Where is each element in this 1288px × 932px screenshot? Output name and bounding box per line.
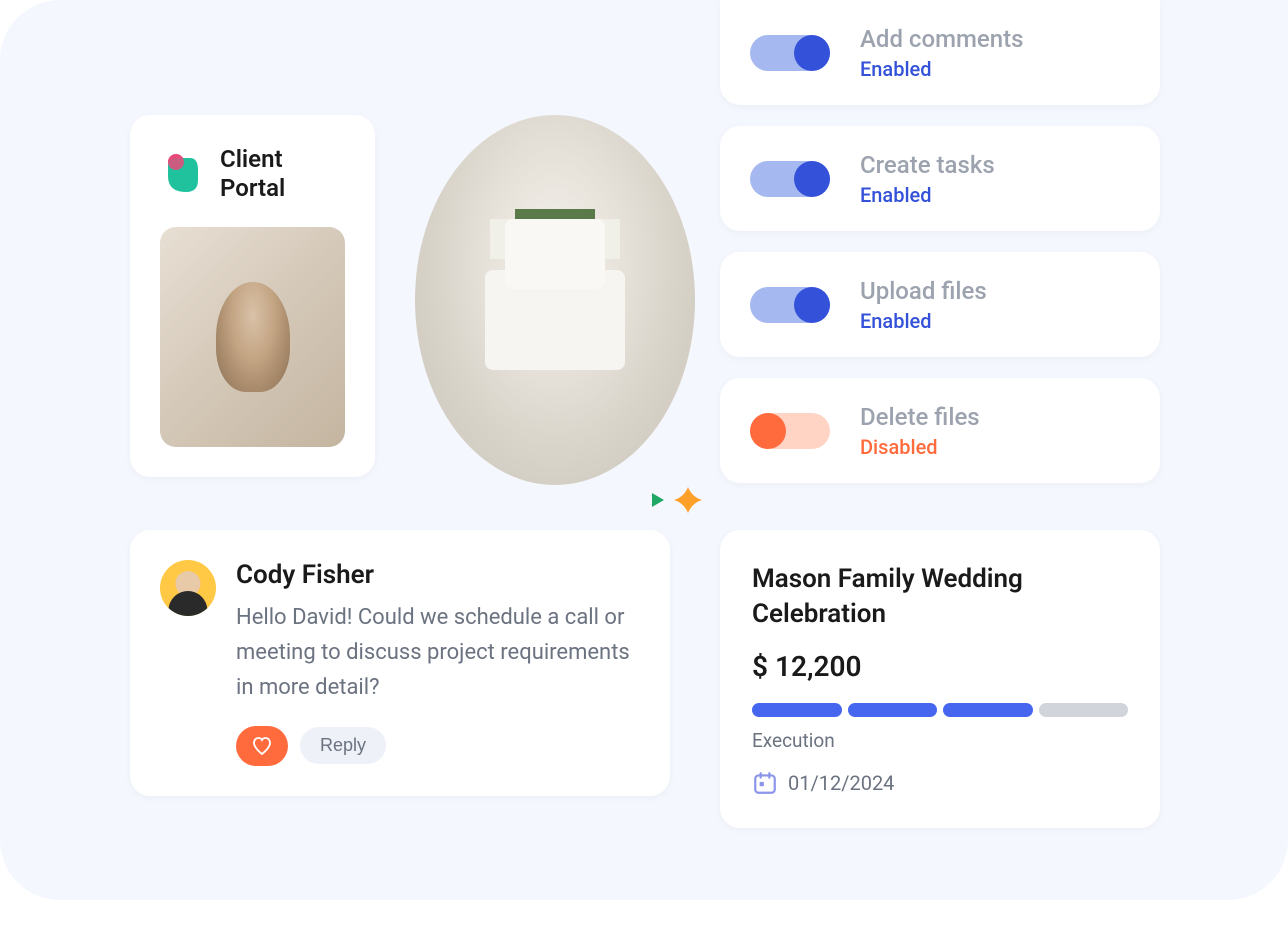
permission-label: Delete files <box>860 402 1130 433</box>
toggle-switch[interactable] <box>750 161 830 197</box>
permission-add-comments: Add comments Enabled <box>720 0 1160 105</box>
app-canvas: Client Portal Add comments Enabled Creat… <box>0 0 1288 900</box>
project-title: Mason Family Wedding Celebration <box>752 562 1128 632</box>
portal-logo-icon <box>160 152 204 196</box>
reply-button[interactable]: Reply <box>300 727 386 764</box>
progress-segment <box>943 703 1033 717</box>
project-amount: $ 12,200 <box>752 650 1128 683</box>
portal-header: Client Portal <box>160 145 345 203</box>
toggle-switch[interactable] <box>750 35 830 71</box>
permission-status: Enabled <box>860 183 1130 207</box>
progress-segment <box>752 703 842 717</box>
comment-text: Hello David! Could we schedule a call or… <box>236 600 640 706</box>
progress-segment <box>1039 703 1129 717</box>
permission-status: Enabled <box>860 57 1130 81</box>
progress-segment <box>848 703 938 717</box>
permission-status: Enabled <box>860 309 1130 333</box>
permission-delete-files: Delete files Disabled <box>720 378 1160 483</box>
toggle-switch[interactable] <box>750 413 830 449</box>
project-date-row: 01/12/2024 <box>752 770 1128 796</box>
sparkle-icon <box>650 485 710 515</box>
permission-label: Create tasks <box>860 150 1130 181</box>
toggle-switch[interactable] <box>750 287 830 323</box>
permission-label: Upload files <box>860 276 1130 307</box>
client-portal-card: Client Portal <box>130 115 375 477</box>
permission-label: Add comments <box>860 24 1130 55</box>
project-date: 01/12/2024 <box>788 771 894 795</box>
comment-actions: Reply <box>236 726 640 766</box>
comment-card: Cody Fisher Hello David! Could we schedu… <box>130 530 670 796</box>
calendar-icon <box>752 770 778 796</box>
commenter-name: Cody Fisher <box>236 560 640 590</box>
commenter-avatar <box>160 560 216 616</box>
like-button[interactable] <box>236 726 288 766</box>
heart-icon <box>252 737 272 755</box>
client-photo <box>160 227 345 447</box>
progress-bar <box>752 703 1128 717</box>
permission-status: Disabled <box>860 435 1130 459</box>
project-card: Mason Family Wedding Celebration $ 12,20… <box>720 530 1160 828</box>
wedding-cake-image <box>415 115 695 485</box>
permission-create-tasks: Create tasks Enabled <box>720 126 1160 231</box>
portal-title: Client Portal <box>220 145 345 203</box>
project-phase: Execution <box>752 729 1128 752</box>
permission-upload-files: Upload files Enabled <box>720 252 1160 357</box>
